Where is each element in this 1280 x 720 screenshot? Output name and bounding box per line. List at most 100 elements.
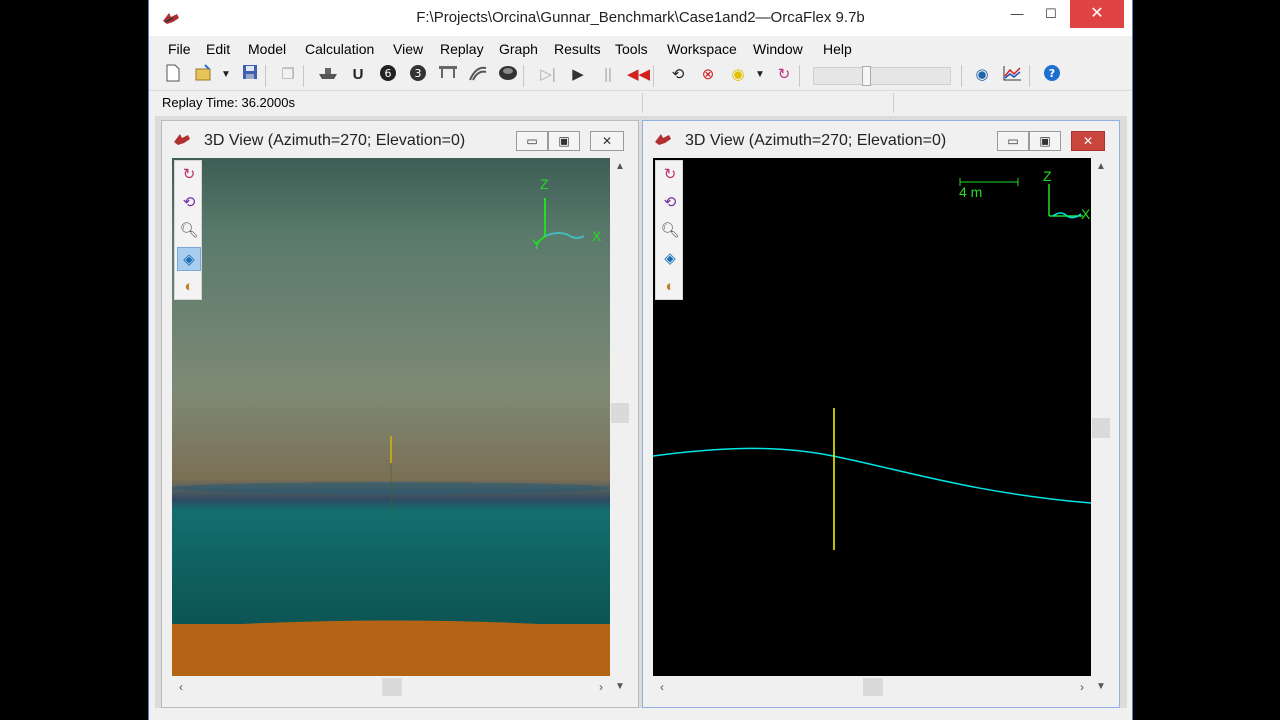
- child-maximize-button[interactable]: ▣: [1029, 131, 1061, 151]
- 3d-view-title: 3D View (Azimuth=270; Elevation=0): [685, 132, 947, 149]
- save-icon[interactable]: [239, 64, 261, 86]
- vessel-icon[interactable]: [317, 64, 339, 86]
- vertical-scrollbar[interactable]: ▲: [1092, 158, 1110, 676]
- scrollbar-thumb[interactable]: [611, 403, 629, 423]
- 3d-view-shaded-window[interactable]: 3D View (Azimuth=270; Elevation=0) ▭ ▣ ✕…: [161, 120, 639, 708]
- replay-start-icon[interactable]: ▷|: [537, 64, 559, 86]
- open-icon[interactable]: [193, 64, 215, 86]
- menu-file[interactable]: File: [168, 41, 191, 57]
- calc-dropdown-icon[interactable]: ▼: [749, 64, 771, 86]
- stop-icon[interactable]: ⊗: [697, 64, 719, 86]
- mdi-workspace: 3D View (Azimuth=270; Elevation=0) ▭ ▣ ✕…: [155, 116, 1127, 708]
- minimize-button[interactable]: —: [1002, 0, 1032, 28]
- menu-replay[interactable]: Replay: [440, 41, 484, 57]
- menu-model[interactable]: Model: [248, 41, 286, 57]
- scroll-up-icon[interactable]: ▲: [611, 158, 629, 176]
- view-options-icon[interactable]: ◐: [177, 275, 201, 299]
- menu-edit[interactable]: Edit: [206, 41, 230, 57]
- child-close-button[interactable]: ✕: [1071, 131, 1105, 151]
- menu-results[interactable]: Results: [554, 41, 601, 57]
- maximize-button[interactable]: ☐: [1036, 0, 1066, 28]
- horizontal-scrollbar[interactable]: ‹ ›: [653, 678, 1091, 696]
- shaded-mode-icon[interactable]: ◈: [177, 247, 201, 271]
- line-icon[interactable]: U: [347, 64, 369, 86]
- new-icon[interactable]: [162, 64, 184, 86]
- copy-icon[interactable]: ❐: [277, 64, 299, 86]
- winch-6d-icon[interactable]: 6: [377, 64, 399, 86]
- menu-graph[interactable]: Graph: [499, 41, 538, 57]
- toolbar-separator: [265, 65, 266, 87]
- eye-icon[interactable]: ◉: [971, 64, 993, 86]
- toolbar-separator: [303, 65, 304, 87]
- shaded-mode-icon[interactable]: ◈: [658, 247, 682, 271]
- replay-time-label: Replay Time: 36.2000s: [162, 95, 295, 110]
- 3d-view-title: 3D View (Azimuth=270; Elevation=0): [204, 132, 466, 149]
- scroll-down-icon[interactable]: ▼: [1092, 678, 1110, 696]
- orcaflex-logo-icon: [174, 134, 190, 145]
- toolbar-separator: [653, 65, 654, 87]
- rotate-side-icon[interactable]: ⟲: [658, 191, 682, 215]
- rotate-side-icon[interactable]: ⟲: [177, 191, 201, 215]
- child-maximize-button[interactable]: ▣: [548, 131, 580, 151]
- toolbar-separator: [1029, 65, 1030, 87]
- 3d-view-title-bar[interactable]: 3D View (Azimuth=270; Elevation=0) ▭ ▣ ✕: [643, 121, 1119, 155]
- zoom-icon[interactable]: 🔍︎: [177, 219, 201, 243]
- orcaflex-logo-icon: [655, 134, 671, 145]
- child-close-button[interactable]: ✕: [590, 131, 624, 151]
- menu-help[interactable]: Help: [823, 41, 852, 57]
- scroll-right-icon[interactable]: ›: [1073, 678, 1091, 696]
- menu-view[interactable]: View: [393, 41, 423, 57]
- toolbar-separator: [523, 65, 524, 87]
- play-icon[interactable]: ▶: [567, 64, 589, 86]
- child-minimize-button[interactable]: ▭: [516, 131, 548, 151]
- replay-slider-thumb[interactable]: [862, 66, 871, 86]
- shape-icon[interactable]: [467, 64, 489, 86]
- axis-x-label: X: [1081, 206, 1091, 222]
- graph-icon[interactable]: [1001, 64, 1023, 86]
- buoy-icon[interactable]: [497, 64, 519, 86]
- scale-bar-label: 4 m: [959, 184, 983, 200]
- horizontal-scrollbar[interactable]: ‹ ›: [172, 678, 610, 696]
- scroll-down-icon[interactable]: ▼: [611, 678, 629, 696]
- rewind-icon[interactable]: ◀◀: [627, 64, 650, 86]
- 3d-view-canvas[interactable]: 4 m Z X ↻ ⟲ 🔍︎ ◈ ◐: [653, 158, 1091, 676]
- shaded-scene: [172, 198, 610, 676]
- 3d-view-canvas[interactable]: Z X Y ↻ ⟲ 🔍︎ ◈ ◐: [172, 158, 610, 676]
- scroll-left-icon[interactable]: ‹: [172, 678, 190, 696]
- svg-text:6: 6: [385, 67, 392, 80]
- vertical-scrollbar[interactable]: ▲: [611, 158, 629, 676]
- rotate-up-icon[interactable]: ↻: [177, 163, 201, 187]
- link-icon[interactable]: [437, 64, 459, 86]
- open-dropdown-icon[interactable]: ▼: [215, 64, 237, 86]
- scroll-up-icon[interactable]: ▲: [1092, 158, 1110, 176]
- rotate-up-icon[interactable]: ↻: [658, 163, 682, 187]
- scrollbar-thumb[interactable]: [1092, 418, 1110, 438]
- zoom-icon[interactable]: 🔍︎: [658, 219, 682, 243]
- view-options-icon[interactable]: ◐: [658, 275, 682, 299]
- scroll-left-icon[interactable]: ‹: [653, 678, 671, 696]
- pause-calc-icon[interactable]: ◉: [727, 64, 749, 86]
- status-divider: [893, 93, 894, 113]
- axis-z-label: Z: [1043, 168, 1052, 184]
- scrollbar-thumb[interactable]: [382, 678, 402, 696]
- menu-calculation[interactable]: Calculation: [305, 41, 374, 57]
- cycle-icon[interactable]: ↻: [773, 64, 795, 86]
- menu-tools[interactable]: Tools: [615, 41, 648, 57]
- pause-icon[interactable]: ||: [597, 64, 619, 86]
- menu-window[interactable]: Window: [753, 41, 803, 57]
- menu-workspace[interactable]: Workspace: [667, 41, 737, 57]
- close-button[interactable]: ✕: [1070, 0, 1124, 28]
- toolbar-separator: [961, 65, 962, 87]
- reset-icon[interactable]: ⟲: [667, 64, 689, 86]
- window-title: F:\Projects\Orcina\Gunnar_Benchmark\Case…: [416, 9, 865, 26]
- scrollbar-thumb[interactable]: [863, 678, 883, 696]
- wireframe-scene: [653, 178, 1091, 550]
- 3d-view-wireframe-window[interactable]: 3D View (Azimuth=270; Elevation=0) ▭ ▣ ✕…: [642, 120, 1120, 708]
- child-minimize-button[interactable]: ▭: [997, 131, 1029, 151]
- replay-time-slider[interactable]: [813, 66, 951, 86]
- view-tools-palette: ↻ ⟲ 🔍︎ ◈ ◐: [174, 160, 202, 300]
- winch-3d-icon[interactable]: 3: [407, 64, 429, 86]
- scroll-right-icon[interactable]: ›: [592, 678, 610, 696]
- help-icon[interactable]: ?: [1041, 64, 1063, 86]
- 3d-view-title-bar[interactable]: 3D View (Azimuth=270; Elevation=0) ▭ ▣ ✕: [162, 121, 638, 155]
